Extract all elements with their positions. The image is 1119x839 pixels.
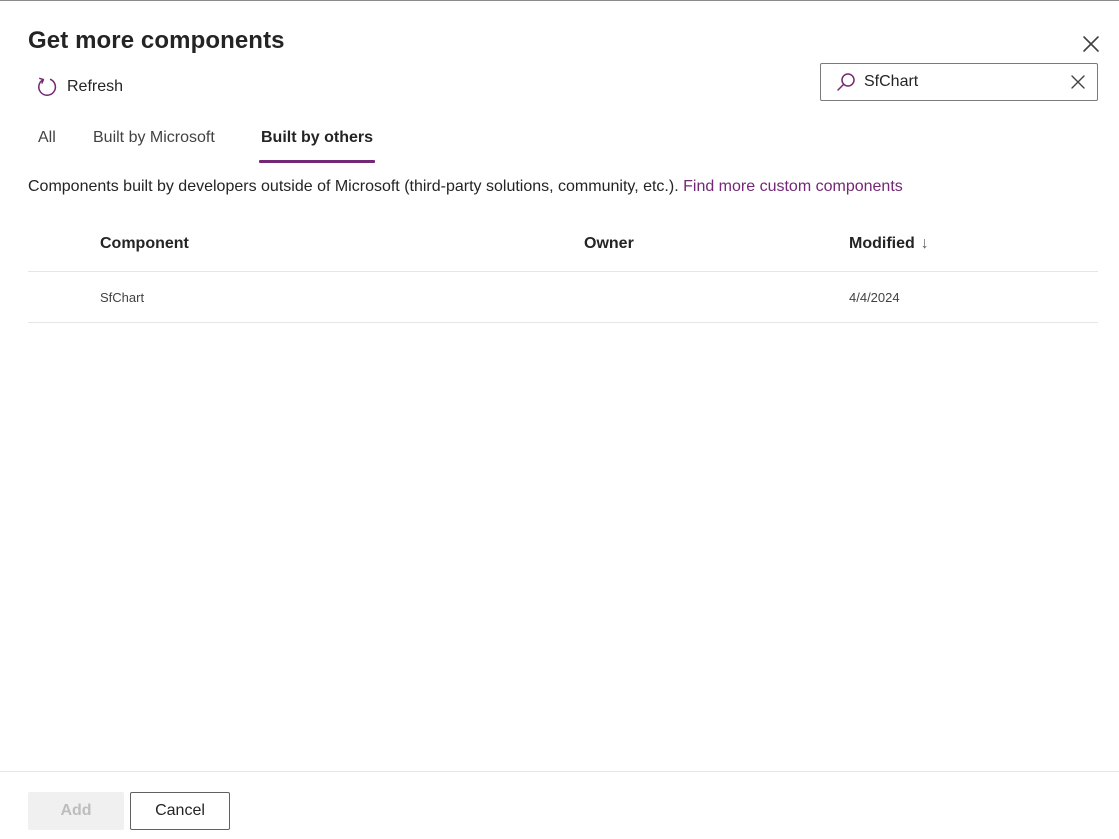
cancel-button[interactable]: Cancel [130, 792, 230, 830]
add-button[interactable]: Add [28, 792, 124, 830]
dialog-title: Get more components [28, 27, 285, 54]
dialog-footer: Add Cancel [0, 771, 1119, 839]
search-icon [837, 73, 855, 91]
refresh-label: Refresh [67, 78, 124, 95]
column-header-modified-label: Modified [849, 235, 915, 252]
search-box[interactable] [820, 63, 1098, 101]
tab-built-by-others[interactable]: Built by others [258, 119, 376, 163]
get-more-components-dialog: Get more components Refresh All Built by… [0, 0, 1119, 839]
description-text: Components built by developers outside o… [28, 178, 679, 195]
column-header-owner[interactable]: Owner [584, 235, 634, 253]
close-button[interactable] [1078, 31, 1104, 57]
search-input[interactable] [864, 73, 1054, 91]
table-row[interactable]: SfChart 4/4/2024 [28, 272, 1098, 323]
components-table: Component Owner Modified ↓ SfChart 4/4/20… [28, 221, 1098, 323]
sort-descending-icon: ↓ [920, 235, 929, 252]
clear-search-icon[interactable] [1069, 73, 1087, 91]
refresh-button[interactable]: Refresh [36, 74, 123, 100]
close-icon [1083, 36, 1099, 52]
cell-modified: 4/4/2024 [849, 290, 900, 305]
tab-all[interactable]: All [38, 119, 56, 163]
refresh-icon [38, 77, 57, 96]
find-more-custom-components-link[interactable]: Find more custom components [683, 178, 903, 195]
tab-built-by-microsoft[interactable]: Built by Microsoft [93, 119, 215, 163]
column-header-modified[interactable]: Modified ↓ [849, 235, 929, 253]
table-header: Component Owner Modified ↓ [28, 221, 1098, 272]
cell-component: SfChart [100, 290, 145, 305]
description: Components built by developers outside o… [28, 178, 903, 196]
column-header-component[interactable]: Component [100, 235, 189, 253]
